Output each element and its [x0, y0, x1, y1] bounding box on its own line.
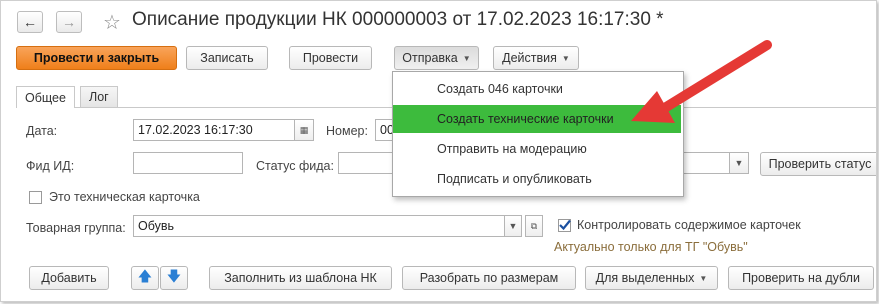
check-status-button[interactable]: Проверить статус — [760, 152, 876, 176]
move-down-button[interactable]: 🡇 — [160, 266, 188, 290]
product-group-field[interactable]: Обувь — [133, 215, 505, 237]
caret-down-icon: ▼ — [561, 53, 570, 63]
post-button[interactable]: Провести — [289, 46, 372, 70]
send-menu-button[interactable]: Отправка ▼ — [394, 46, 479, 70]
product-group-label: Товарная группа: — [26, 221, 126, 235]
save-button[interactable]: Записать — [186, 46, 268, 70]
feed-id-label: Фид ИД: — [26, 159, 75, 173]
dropdown-arrow-icon[interactable]: ▼ — [504, 215, 522, 237]
menu-item-sign-publish[interactable]: Подписать и опубликовать — [393, 165, 681, 193]
annotation-arrow-icon — [631, 40, 772, 123]
split-by-sizes-button[interactable]: Разобрать по размерам — [402, 266, 576, 290]
caret-down-icon: ▼ — [699, 273, 708, 283]
feed-status-label: Статус фида: — [256, 159, 334, 173]
actions-menu-label: Действия — [502, 51, 557, 65]
tab-general[interactable]: Общее — [16, 86, 75, 108]
for-selected-button[interactable]: Для выделенных ▼ — [585, 266, 718, 290]
arrow-up-icon: 🡅 — [137, 268, 153, 284]
date-label: Дата: — [26, 124, 58, 138]
back-button[interactable]: ← — [17, 11, 43, 33]
number-label: Номер: — [326, 124, 368, 138]
tech-card-label: Это техническая карточка — [49, 190, 200, 204]
arrow-left-icon: ← — [23, 14, 37, 30]
arrow-down-icon: 🡇 — [166, 268, 182, 284]
send-menu-label: Отправка — [402, 51, 458, 65]
check-duplicates-button[interactable]: Проверить на дубли — [728, 266, 874, 290]
date-field[interactable]: 17.02.2023 16:17:30 — [133, 119, 295, 141]
open-link-icon[interactable]: ⧉ — [525, 215, 543, 237]
fill-from-template-button[interactable]: Заполнить из шаблона НК — [209, 266, 392, 290]
checkmark-icon — [559, 219, 571, 231]
control-content-hint: Актуально только для ТГ "Обувь" — [554, 240, 748, 254]
forward-button[interactable]: → — [56, 11, 82, 33]
actions-menu-button[interactable]: Действия ▼ — [493, 46, 579, 70]
page-title: Описание продукции НК 000000003 от 17.02… — [132, 9, 664, 30]
dropdown-arrow-icon[interactable]: ▼ — [729, 152, 749, 174]
for-selected-label: Для выделенных — [595, 271, 695, 285]
calendar-icon[interactable]: ▦ — [294, 119, 314, 141]
menu-item-send-moderation[interactable]: Отправить на модерацию — [393, 135, 681, 163]
move-up-button[interactable]: 🡅 — [131, 266, 159, 290]
tab-log[interactable]: Лог — [80, 86, 118, 108]
document-window: ← → ☆ Описание продукции НК 000000003 от… — [0, 0, 877, 302]
favorite-star-icon[interactable]: ☆ — [103, 10, 121, 35]
control-content-label: Контролировать содержимое карточек — [577, 218, 801, 232]
feed-id-field[interactable] — [133, 152, 243, 174]
arrow-right-icon: → — [62, 14, 76, 30]
control-content-checkbox[interactable] — [558, 219, 571, 232]
caret-down-icon: ▼ — [462, 53, 471, 63]
post-and-close-button[interactable]: Провести и закрыть — [16, 46, 177, 70]
tech-card-checkbox[interactable] — [29, 191, 42, 204]
add-button[interactable]: Добавить — [29, 266, 109, 290]
